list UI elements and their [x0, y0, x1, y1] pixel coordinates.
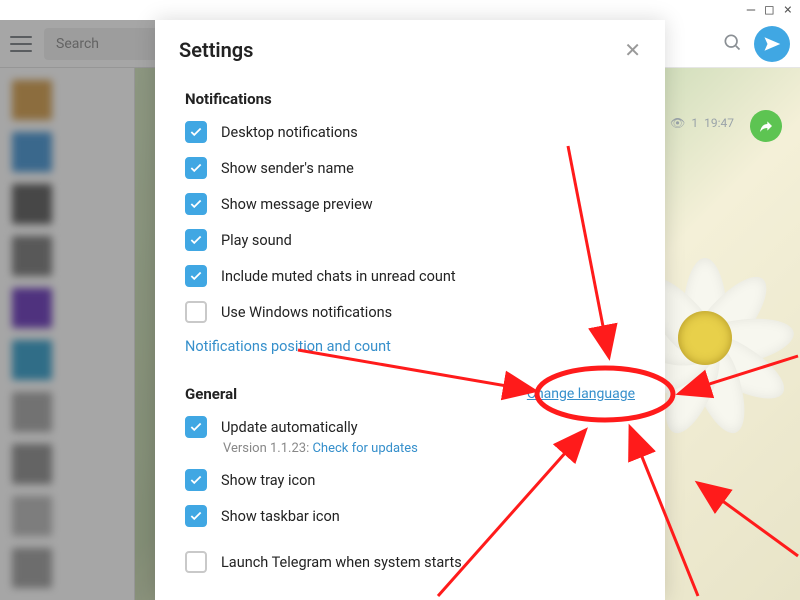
notification-checkbox[interactable] — [185, 229, 207, 251]
check-updates-link[interactable]: Check for updates — [312, 441, 417, 456]
update-automatically-label: Update automatically — [221, 419, 358, 436]
show-tray-icon-row[interactable]: Show tray icon — [185, 462, 635, 498]
window-minimize[interactable]: — — [747, 2, 755, 18]
show-taskbar-icon-checkbox[interactable] — [185, 505, 207, 527]
notification-label: Desktop notifications — [221, 124, 358, 141]
section-title-notifications: Notifications — [185, 90, 272, 108]
section-title-general: General — [185, 385, 237, 403]
show-taskbar-icon-row[interactable]: Show taskbar icon — [185, 498, 635, 534]
message-meta: 👁 1 19:47 — [670, 116, 734, 130]
notification-checkbox[interactable] — [185, 121, 207, 143]
notifications-section: Notifications Desktop notifications Show … — [155, 74, 665, 369]
modal-backdrop[interactable] — [0, 20, 155, 600]
notifications-position-link[interactable]: Notifications position and count — [185, 330, 635, 359]
notification-row[interactable]: Desktop notifications — [185, 114, 635, 150]
launch-on-startup-label: Launch Telegram when system starts — [221, 554, 462, 571]
show-tray-icon-checkbox[interactable] — [185, 469, 207, 491]
version-row: Version 1.1.23: Check for updates — [185, 441, 635, 456]
version-text: Version 1.1.23: — [223, 441, 312, 456]
send-button[interactable] — [754, 26, 790, 62]
notification-label: Include muted chats in unread count — [221, 268, 456, 285]
notification-checkbox[interactable] — [185, 301, 207, 323]
close-icon[interactable]: ✕ — [624, 38, 641, 62]
notification-checkbox[interactable] — [185, 157, 207, 179]
notification-checkbox[interactable] — [185, 265, 207, 287]
window-maximize[interactable]: □ — [765, 2, 773, 18]
change-language-link[interactable]: Change language — [527, 386, 635, 402]
general-section: General Change language Update automatic… — [155, 369, 665, 590]
message-time: 19:47 — [704, 116, 734, 130]
launch-on-startup-checkbox[interactable] — [185, 551, 207, 573]
notification-checkbox[interactable] — [185, 193, 207, 215]
views-count: 1 — [691, 116, 698, 130]
views-icon: 👁 — [670, 116, 685, 130]
update-automatically-row[interactable]: Update automatically — [185, 409, 635, 445]
notification-row[interactable]: Play sound — [185, 222, 635, 258]
notification-row[interactable]: Show sender's name — [185, 150, 635, 186]
notification-row[interactable]: Show message preview — [185, 186, 635, 222]
notification-label: Show message preview — [221, 196, 373, 213]
show-tray-icon-label: Show tray icon — [221, 472, 315, 489]
show-taskbar-icon-label: Show taskbar icon — [221, 508, 340, 525]
settings-modal: Settings ✕ Notifications Desktop notific… — [155, 20, 665, 600]
forward-icon[interactable] — [750, 110, 782, 142]
modal-title: Settings — [179, 38, 253, 62]
launch-on-startup-row[interactable]: Launch Telegram when system starts — [185, 544, 635, 580]
notification-label: Play sound — [221, 232, 292, 249]
notification-row[interactable]: Use Windows notifications — [185, 294, 635, 330]
notification-row[interactable]: Include muted chats in unread count — [185, 258, 635, 294]
notification-label: Show sender's name — [221, 160, 354, 177]
search-icon[interactable] — [722, 32, 742, 56]
update-automatically-checkbox[interactable] — [185, 416, 207, 438]
notification-label: Use Windows notifications — [221, 304, 392, 321]
window-close[interactable]: × — [784, 2, 792, 18]
